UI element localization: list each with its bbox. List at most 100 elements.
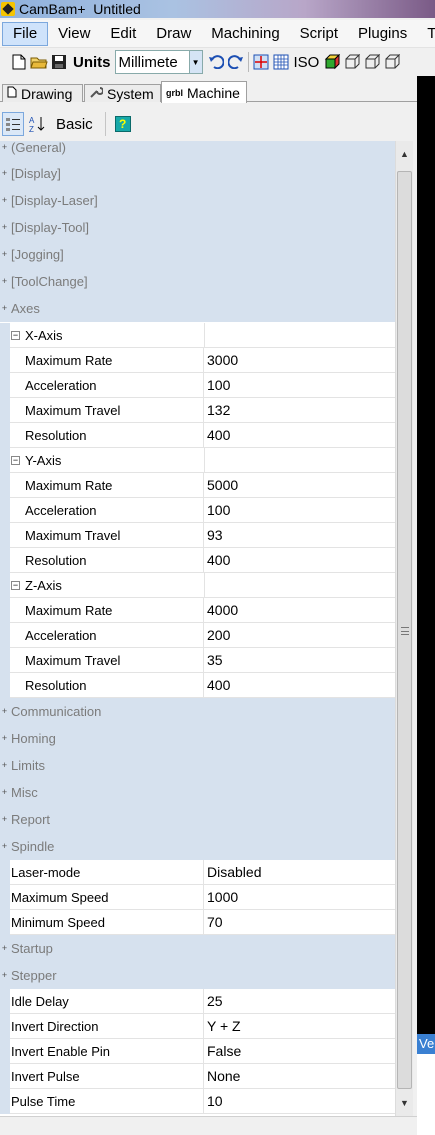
drawing-canvas[interactable] bbox=[417, 76, 435, 1034]
undo-icon[interactable] bbox=[207, 53, 225, 71]
subcategory-z-axis[interactable]: − Z-Axis bbox=[0, 573, 395, 598]
property-value[interactable]: 3000 bbox=[207, 348, 238, 373]
property-value[interactable]: 132 bbox=[207, 398, 230, 423]
category-misc[interactable]: + Misc bbox=[0, 779, 395, 806]
property-row[interactable]: Maximum Travel 93 bbox=[0, 522, 395, 548]
expand-icon[interactable]: + bbox=[0, 788, 9, 797]
chevron-down-icon[interactable]: ▼ bbox=[188, 51, 202, 73]
property-row[interactable]: Maximum Speed 1000 bbox=[0, 884, 395, 910]
grid-icon[interactable] bbox=[272, 53, 290, 71]
property-value[interactable]: 25 bbox=[207, 989, 223, 1014]
scroll-down-icon[interactable]: ▼ bbox=[396, 1090, 413, 1116]
expand-icon[interactable]: + bbox=[0, 944, 9, 953]
property-row[interactable]: Maximum Travel 132 bbox=[0, 397, 395, 423]
expand-icon[interactable]: + bbox=[0, 250, 9, 259]
expand-icon[interactable]: + bbox=[0, 169, 9, 178]
property-value[interactable]: Disabled bbox=[207, 860, 261, 885]
property-row[interactable]: Resolution 400 bbox=[0, 422, 395, 448]
expand-icon[interactable]: + bbox=[0, 196, 9, 205]
property-value[interactable]: False bbox=[207, 1039, 241, 1064]
menu-tools[interactable]: T bbox=[417, 22, 435, 46]
property-value[interactable]: 200 bbox=[207, 623, 230, 648]
category-axes[interactable]: + Axes bbox=[0, 295, 395, 322]
property-row[interactable]: Laser-mode Disabled bbox=[0, 859, 395, 885]
property-value[interactable]: 4000 bbox=[207, 598, 238, 623]
property-row[interactable]: Invert Direction Y + Z bbox=[0, 1013, 395, 1039]
property-value[interactable]: 1000 bbox=[207, 885, 238, 910]
property-row[interactable]: Maximum Rate 5000 bbox=[0, 472, 395, 498]
category-display-laser[interactable]: + [Display-Laser] bbox=[0, 187, 395, 214]
menu-plugins[interactable]: Plugins bbox=[348, 22, 417, 46]
collapse-icon[interactable]: + bbox=[0, 971, 9, 980]
property-value[interactable]: 5000 bbox=[207, 473, 238, 498]
box-view-icon[interactable] bbox=[343, 53, 361, 71]
category-display[interactable]: + [Display] bbox=[0, 160, 395, 187]
category-general[interactable]: + (General) bbox=[0, 141, 395, 160]
property-row[interactable]: Maximum Travel 35 bbox=[0, 647, 395, 673]
property-value[interactable]: 100 bbox=[207, 498, 230, 523]
basic-view-button[interactable]: Basic bbox=[56, 116, 93, 133]
property-row[interactable]: Idle Delay 25 bbox=[0, 988, 395, 1014]
subcategory-y-axis[interactable]: − Y-Axis bbox=[0, 448, 395, 473]
property-value[interactable]: 35 bbox=[207, 648, 223, 673]
subcategory-x-axis[interactable]: − X-Axis bbox=[0, 323, 395, 348]
expand-icon[interactable]: + bbox=[0, 707, 9, 716]
tab-drawing[interactable]: Drawing bbox=[2, 84, 83, 102]
property-row[interactable]: Invert Enable Pin False bbox=[0, 1038, 395, 1064]
category-stepper[interactable]: + Stepper bbox=[0, 962, 395, 989]
menu-machining[interactable]: Machining bbox=[201, 22, 289, 46]
scroll-up-icon[interactable]: ▲ bbox=[396, 141, 413, 167]
property-row[interactable]: Acceleration 200 bbox=[0, 622, 395, 648]
property-row[interactable]: Minimum Speed 70 bbox=[0, 909, 395, 935]
property-value[interactable]: 400 bbox=[207, 548, 230, 573]
categorized-view-icon[interactable] bbox=[2, 112, 24, 136]
expand-icon[interactable]: + bbox=[0, 761, 9, 770]
property-row[interactable]: Resolution 400 bbox=[0, 547, 395, 573]
collapse-icon[interactable]: − bbox=[11, 331, 20, 340]
collapse-icon[interactable]: − bbox=[11, 456, 20, 465]
property-value[interactable]: 93 bbox=[207, 523, 223, 548]
collapse-icon[interactable]: − bbox=[11, 581, 20, 590]
category-homing[interactable]: + Homing bbox=[0, 725, 395, 752]
category-report[interactable]: + Report bbox=[0, 806, 395, 833]
property-row[interactable]: Pulse Time 10 bbox=[0, 1088, 395, 1114]
scroll-thumb[interactable] bbox=[397, 171, 412, 1089]
save-icon[interactable] bbox=[50, 53, 68, 71]
property-value[interactable]: 100 bbox=[207, 373, 230, 398]
collapse-icon[interactable]: + bbox=[0, 304, 9, 313]
category-toolchange[interactable]: + [ToolChange] bbox=[0, 268, 395, 295]
box-view-alt-icon[interactable] bbox=[363, 53, 381, 71]
property-value[interactable]: 70 bbox=[207, 910, 223, 935]
new-file-icon[interactable] bbox=[10, 53, 28, 71]
property-row[interactable]: Resolution 400 bbox=[0, 672, 395, 698]
menu-draw[interactable]: Draw bbox=[146, 22, 201, 46]
expand-icon[interactable]: + bbox=[0, 277, 9, 286]
expand-icon[interactable]: + bbox=[0, 815, 9, 824]
property-row[interactable]: Acceleration 100 bbox=[0, 372, 395, 398]
collapse-icon[interactable]: + bbox=[0, 842, 9, 851]
category-display-tool[interactable]: + [Display-Tool] bbox=[0, 214, 395, 241]
property-grid-scrollbar[interactable]: ▲ ▼ bbox=[395, 141, 413, 1116]
category-jogging[interactable]: + [Jogging] bbox=[0, 241, 395, 268]
iso-view-button[interactable]: ISO bbox=[294, 54, 320, 71]
property-row[interactable]: Maximum Rate 4000 bbox=[0, 597, 395, 623]
category-spindle[interactable]: + Spindle bbox=[0, 833, 395, 860]
category-startup[interactable]: + Startup bbox=[0, 935, 395, 962]
help-button[interactable]: ? bbox=[112, 112, 134, 136]
menu-file[interactable]: File bbox=[2, 21, 49, 46]
redo-icon[interactable] bbox=[227, 53, 245, 71]
property-value[interactable]: 400 bbox=[207, 673, 230, 698]
property-row[interactable]: Acceleration 100 bbox=[0, 497, 395, 523]
units-dropdown[interactable]: Millimete ▼ bbox=[114, 50, 203, 74]
property-value[interactable]: None bbox=[207, 1064, 240, 1089]
tab-system[interactable]: System bbox=[84, 84, 161, 102]
category-limits[interactable]: + Limits bbox=[0, 752, 395, 779]
expand-icon[interactable]: + bbox=[0, 143, 9, 152]
color-cube-icon[interactable] bbox=[323, 53, 341, 71]
property-value[interactable]: 400 bbox=[207, 423, 230, 448]
tab-machine[interactable]: grbl Machine bbox=[161, 81, 247, 103]
menu-script[interactable]: Script bbox=[290, 22, 348, 46]
property-row[interactable]: Maximum Rate 3000 bbox=[0, 347, 395, 373]
property-row[interactable]: Invert Pulse None bbox=[0, 1063, 395, 1089]
open-folder-icon[interactable] bbox=[30, 53, 48, 71]
